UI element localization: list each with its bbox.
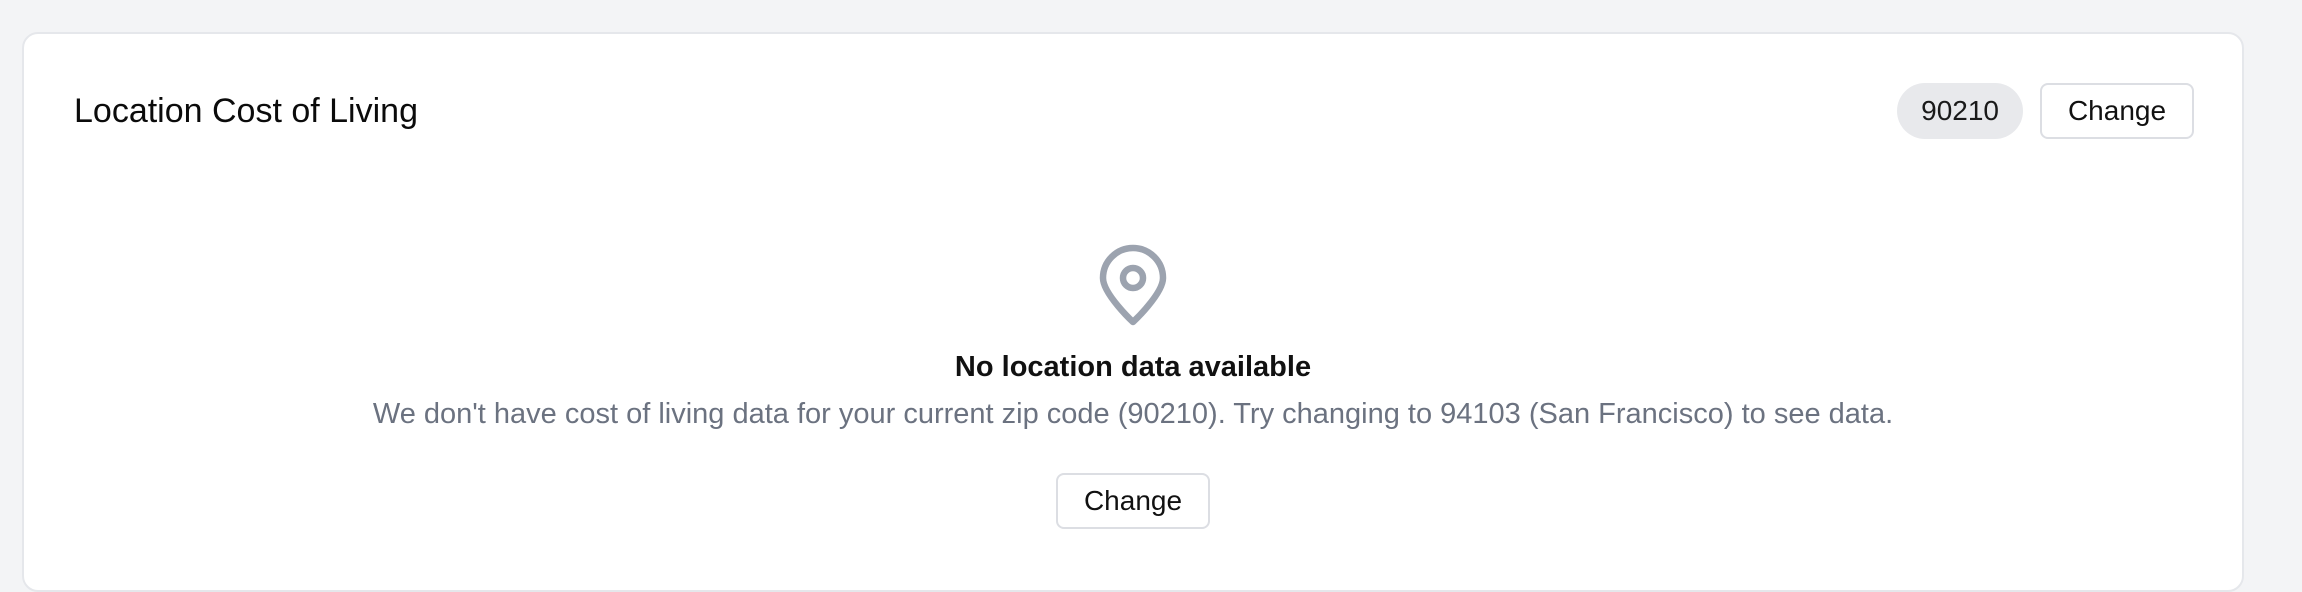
- change-zip-button[interactable]: Change: [2040, 83, 2194, 139]
- location-cost-card: Location Cost of Living 90210 Change No …: [22, 32, 2244, 592]
- card-title: Location Cost of Living: [74, 92, 418, 130]
- zip-code-badge: 90210: [1897, 83, 2023, 139]
- empty-state: No location data available We don't have…: [24, 244, 2242, 529]
- map-pin-icon: [1093, 244, 1173, 328]
- empty-state-description: We don't have cost of living data for yo…: [372, 398, 1894, 430]
- empty-state-title: No location data available: [954, 351, 1312, 383]
- header-actions: 90210 Change: [1897, 83, 2194, 139]
- empty-state-change-button[interactable]: Change: [1056, 473, 1210, 529]
